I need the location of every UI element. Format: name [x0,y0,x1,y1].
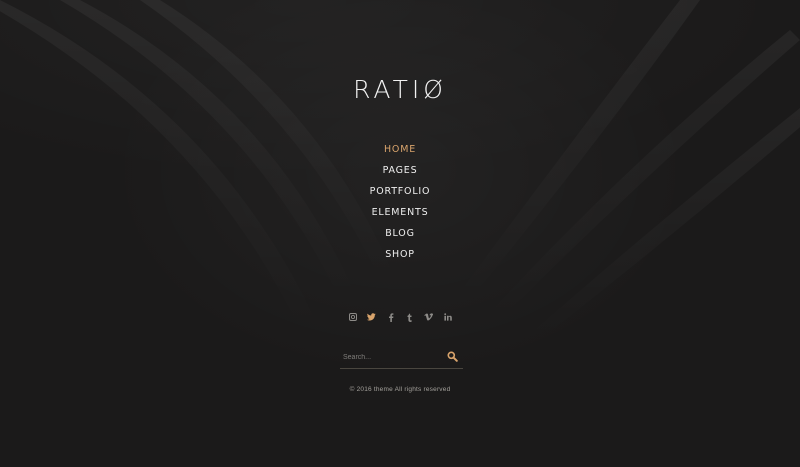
search-form [340,346,463,369]
menu-item-shop[interactable]: SHOP [0,244,800,265]
copyright-text: © 2016 theme All rights reserved [349,386,451,393]
menu-item-label[interactable]: ELEMENTS [372,207,429,218]
menu-item-elements[interactable]: ELEMENTS [0,202,800,223]
menu-item-label[interactable]: PORTFOLIO [370,186,431,197]
menu-item-label[interactable]: SHOP [385,249,415,260]
menu-item-label[interactable]: PAGES [383,165,418,176]
instagram-icon[interactable] [348,311,358,323]
menu-item-label[interactable]: BLOG [385,228,415,239]
vimeo-icon[interactable] [424,311,434,323]
search-input[interactable] [343,349,438,365]
twitter-icon[interactable] [367,311,377,323]
linkedin-icon[interactable] [443,311,453,323]
tumblr-icon[interactable] [405,311,415,323]
menu-item-pages[interactable]: PAGES [0,160,800,181]
facebook-icon[interactable] [386,311,396,323]
menu-item-portfolio[interactable]: PORTFOLIO [0,181,800,202]
menu-item-home[interactable]: HOME [0,139,800,160]
menu-item-label[interactable]: HOME [384,144,416,155]
menu-item-blog[interactable]: BLOG [0,223,800,244]
main-menu: HOME PAGES PORTFOLIO ELEMENTS BLOG SHOP [0,139,800,265]
fullscreen-menu-page: RATIØ HOME PAGES PORTFOLIO ELEMENTS BLOG… [0,0,800,467]
social-links [0,311,800,323]
site-logo[interactable]: RATIØ [0,74,800,106]
search-icon[interactable] [447,349,459,362]
